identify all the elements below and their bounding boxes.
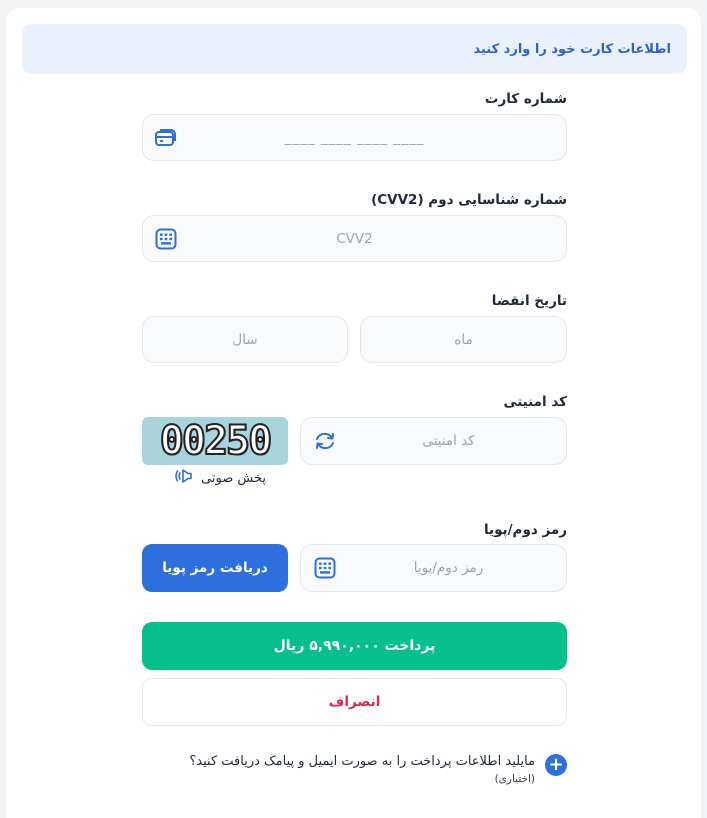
cvv2-label: شماره شناسایی دوم (CVV2) [371,192,567,208]
audio-captcha-button[interactable]: پخش صوتی [166,468,266,488]
dynamic-pin-placeholder: رمز دوم/پویا [413,560,484,576]
card-number-label: شماره کارت [484,91,567,107]
form-header: اطلاعات کارت خود را وارد کنید [22,24,687,74]
captcha-placeholder: کد امنیتی [422,433,475,449]
plus-icon[interactable]: + [545,754,567,776]
dynamic-pin-label: رمز دوم/پویا [483,522,567,538]
card-number-input[interactable]: ____ ____ ____ ____ [142,114,567,161]
request-dynamic-pin-button[interactable]: دریافت رمز پویا [142,544,288,592]
audio-label: پخش صوتی [201,470,266,486]
captcha-input[interactable]: کد امنیتی [300,417,567,465]
expiry-label: تاریخ انقضا [491,293,567,309]
receipt-optin[interactable]: + مایلید اطلاعات پرداخت را به صورت ایمیل… [189,754,567,785]
pay-button[interactable]: پرداخت ۵,۹۹۰,۰۰۰ ریال [142,622,567,670]
cvv2-placeholder: CVV2 [336,230,373,247]
optin-note: (اختیاری) [494,773,535,785]
optin-question: مایلید اطلاعات پرداخت را به صورت ایمیل و… [189,754,535,769]
dynamic-pin-input[interactable]: رمز دوم/پویا [300,544,567,592]
cancel-button[interactable]: انصراف [142,678,567,726]
expiry-month-input[interactable]: ماه [360,316,567,363]
captcha-image: 00250 [142,417,288,465]
month-placeholder: ماه [454,331,473,348]
keypad-icon [154,227,178,251]
card-icon [154,126,178,150]
cvv2-input[interactable]: CVV2 [142,215,567,262]
expiry-year-input[interactable]: سال [142,316,348,363]
year-placeholder: سال [232,331,258,348]
keypad-icon [313,556,337,580]
form-title: اطلاعات کارت خود را وارد کنید [473,41,671,57]
card-number-placeholder: ____ ____ ____ ____ [284,129,425,146]
speaker-icon [175,468,197,488]
captcha-label: کد امنیتی [503,394,567,410]
refresh-icon[interactable] [313,429,337,453]
